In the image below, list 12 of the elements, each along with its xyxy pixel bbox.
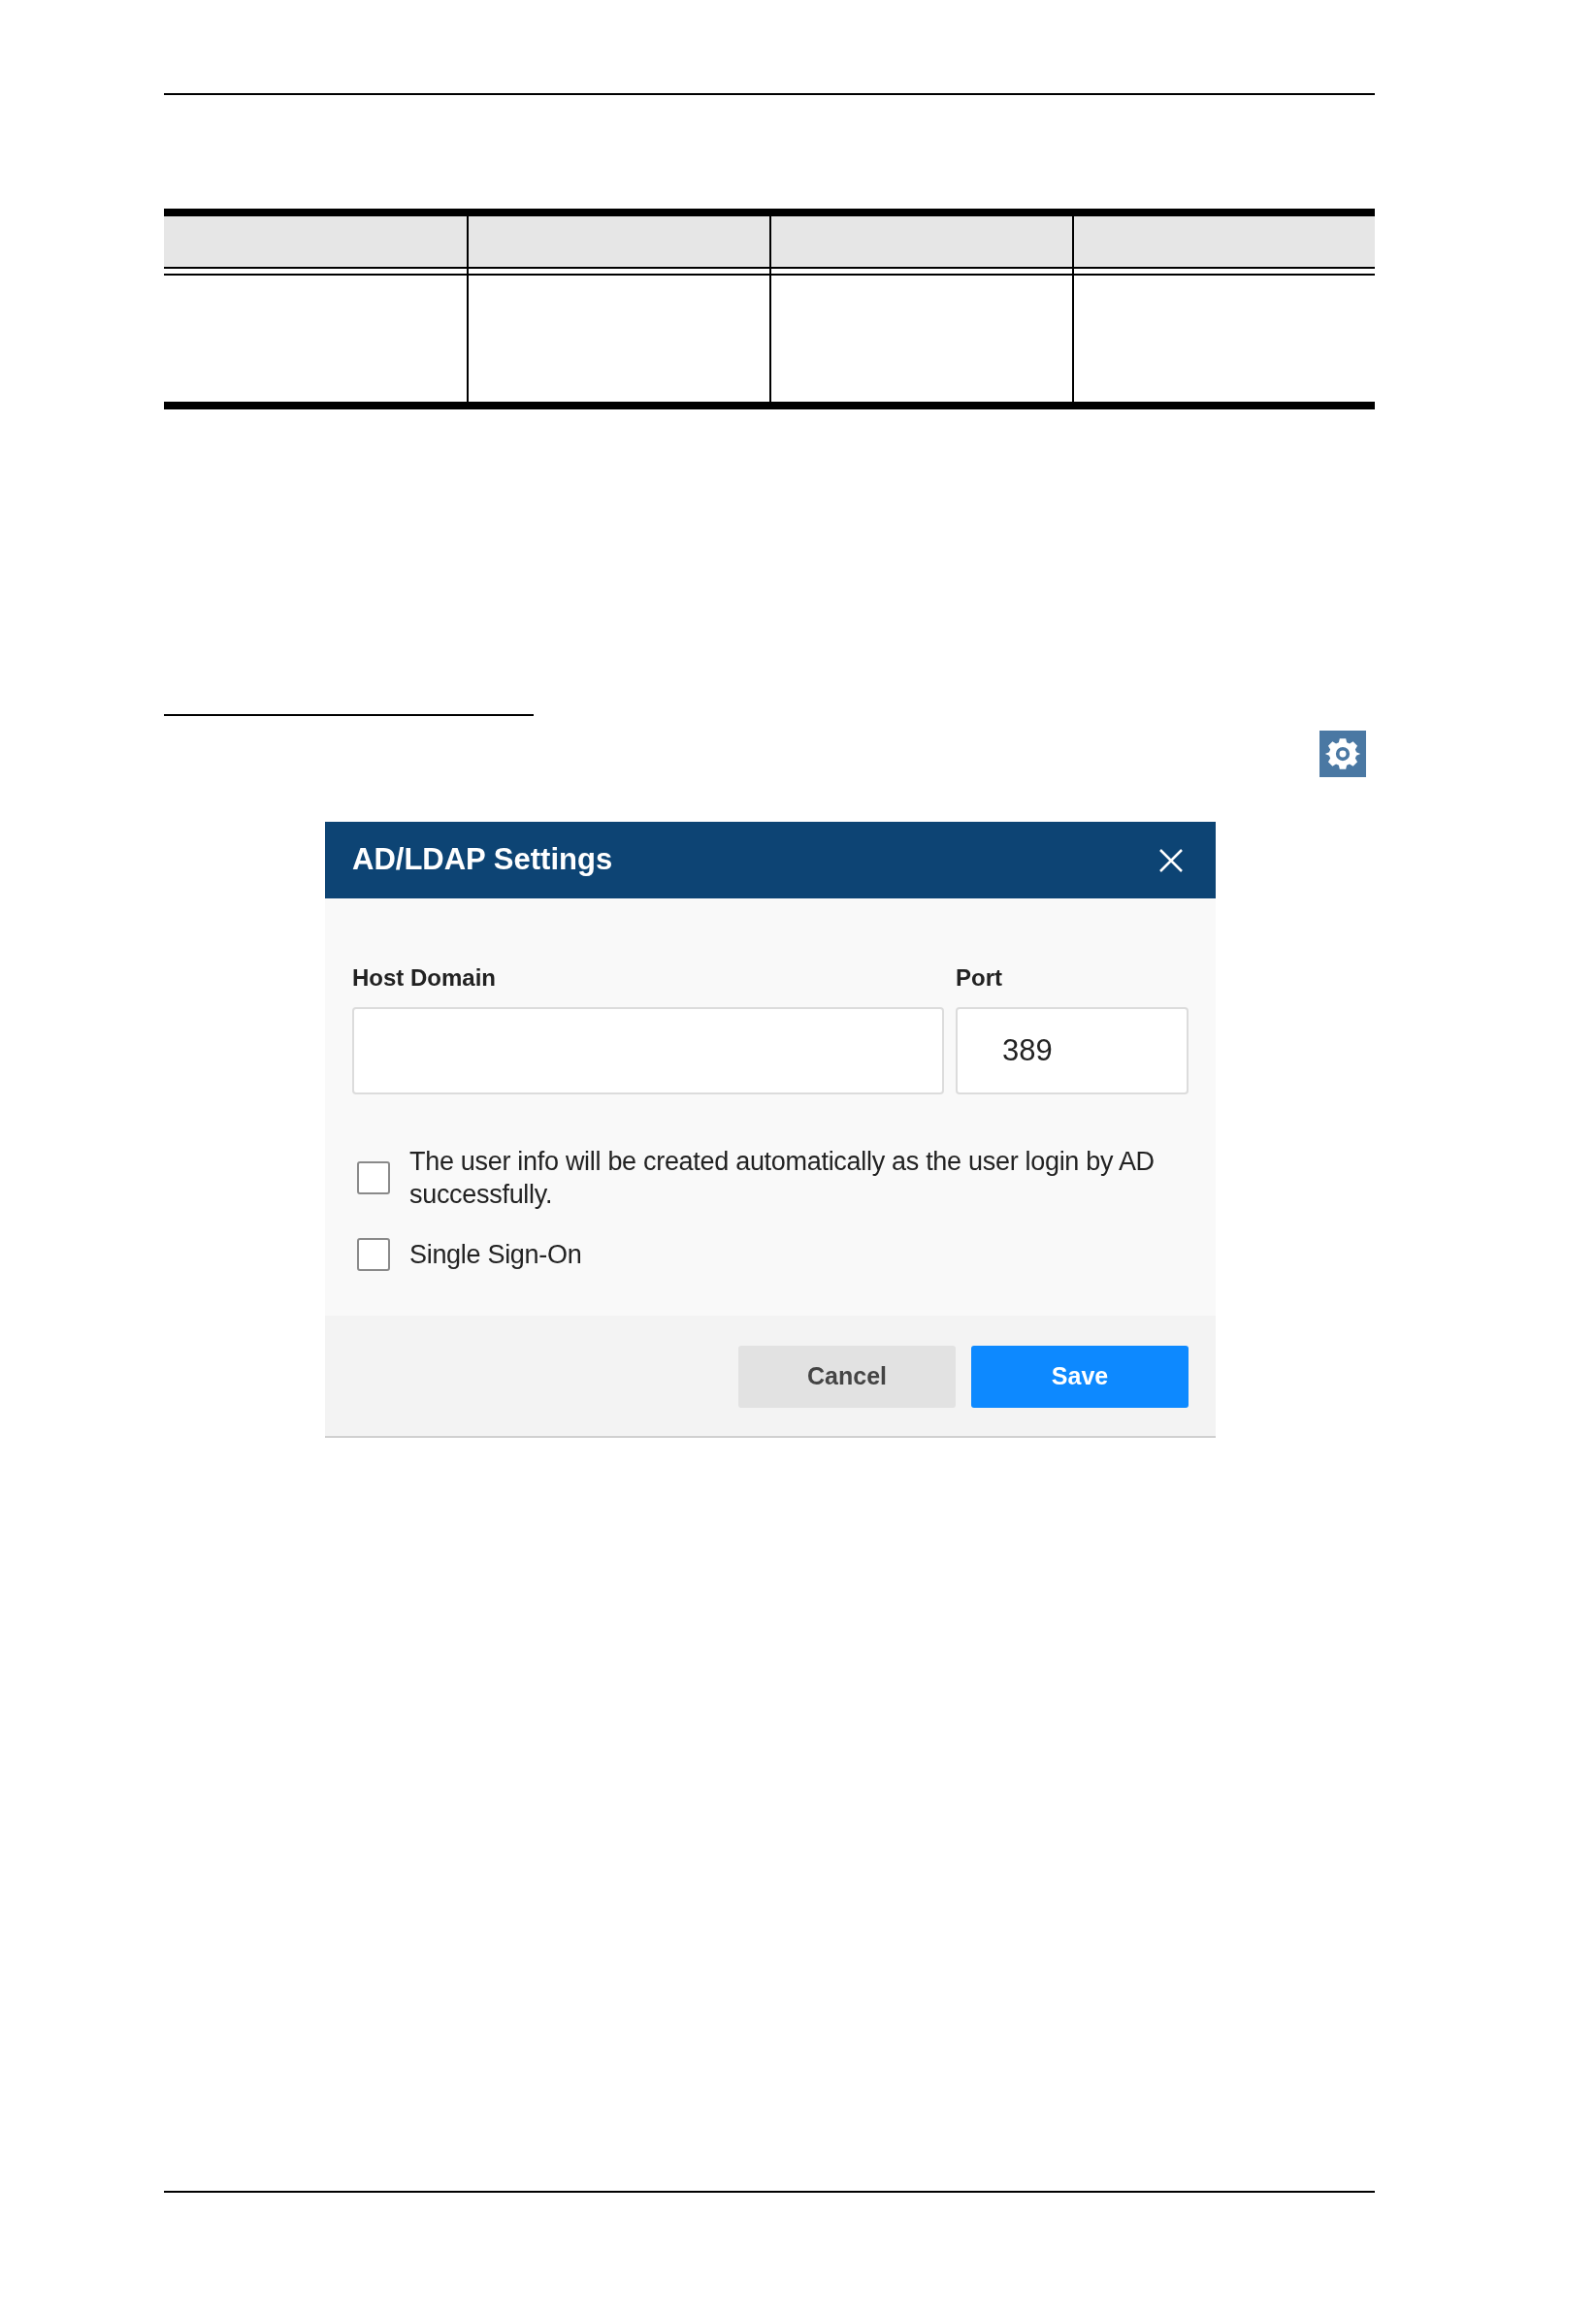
checkbox-label: Single Sign-On (409, 1239, 582, 1271)
text-field[interactable] (352, 1007, 944, 1094)
close-icon (1157, 846, 1185, 874)
checkbox-label: The user info will be created automatically as the user login by AD successfully. (409, 1146, 1156, 1211)
field-label: Port (956, 963, 1003, 993)
checkbox[interactable] (357, 1161, 390, 1194)
text-field[interactable]: 389 (956, 1007, 1189, 1094)
dialog-title: AD/LDAP Settings (352, 841, 613, 879)
settings-icon (1319, 731, 1366, 777)
field-label: Host Domain (352, 963, 497, 993)
checkbox[interactable] (357, 1238, 390, 1271)
cancel-button[interactable]: Cancel (738, 1346, 956, 1408)
